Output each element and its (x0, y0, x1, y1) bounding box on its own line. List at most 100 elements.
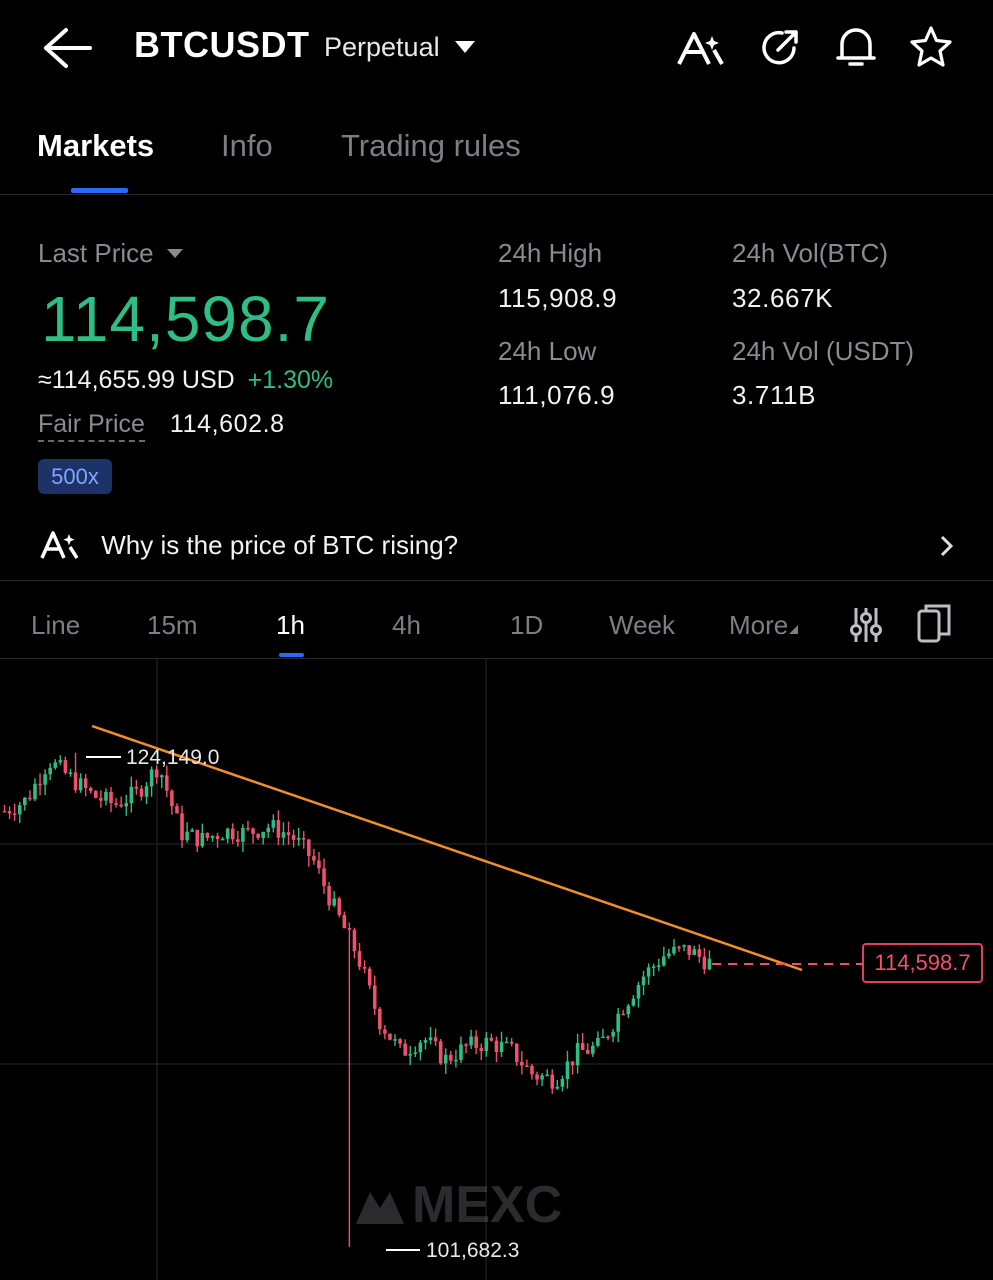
candle-body (236, 839, 240, 842)
bell-icon[interactable] (834, 24, 878, 70)
candle-body (489, 1037, 494, 1041)
candle-body (7, 811, 12, 814)
candle-body (271, 820, 276, 828)
timeframe-active-indicator (279, 653, 304, 657)
candlestick-chart[interactable]: MEXC 124,149.0 101,682.3 120,000.0 110,0… (0, 659, 993, 1280)
candle-body (200, 832, 205, 847)
candle-body (378, 1008, 382, 1030)
candle-body (205, 832, 210, 838)
high-marker-label: 124,149.0 (126, 746, 219, 769)
candle-body (99, 797, 103, 801)
24h-low-label: 24h Low (498, 336, 597, 366)
candle-body (530, 1065, 534, 1075)
candle-body (261, 831, 265, 838)
candle-body (611, 1031, 615, 1037)
candle-body (63, 760, 68, 773)
back-arrow-icon[interactable] (40, 26, 92, 70)
candle-body (159, 775, 164, 778)
candle-body (48, 767, 52, 775)
candle-body (438, 1041, 443, 1064)
candle-body (210, 835, 215, 838)
24h-vol-usdt-label: 24h Vol (USDT) (732, 336, 915, 366)
candle-body (230, 828, 235, 840)
candle-body (124, 803, 129, 807)
indicator-settings-icon[interactable] (850, 606, 882, 644)
caret-down-icon (166, 249, 183, 258)
candle-body (276, 820, 281, 838)
timeframe-1d[interactable]: 1D (510, 610, 543, 641)
candle-body (362, 966, 367, 969)
candle-body (73, 772, 78, 791)
contract-type-selector[interactable]: Perpetual (324, 32, 476, 63)
timeframe-more-label: More (729, 610, 789, 640)
candle-body (393, 1039, 397, 1041)
candle-body (53, 762, 58, 768)
candle-body (322, 868, 326, 886)
timeframe-more[interactable]: More (729, 610, 799, 641)
fair-price-label[interactable]: Fair Price (38, 410, 145, 442)
chevron-right-icon (939, 534, 955, 558)
usd-equivalent: ≈114,655.99 USD (38, 366, 235, 394)
candle-body (43, 774, 47, 785)
caret-down-icon (455, 41, 476, 53)
candle-body (68, 772, 73, 774)
candles (2, 752, 712, 1247)
last-price-selector[interactable]: Last Price (38, 238, 183, 269)
candle-body (114, 803, 118, 805)
24h-vol-btc-value: 32.667K (732, 283, 834, 313)
tab-info[interactable]: Info (221, 128, 273, 164)
candle-body (154, 769, 159, 778)
price-change: +1.30% (247, 366, 334, 394)
candle-body (525, 1065, 529, 1067)
candle-body (195, 829, 200, 847)
tab-markets[interactable]: Markets (37, 128, 154, 164)
last-price-value: 114,598.7 (41, 283, 330, 355)
star-icon[interactable] (909, 25, 953, 69)
timeframe-15m[interactable]: 15m (147, 610, 198, 641)
fair-price-row: Fair Price 114,602.8 (38, 410, 285, 442)
timeframe-week[interactable]: Week (609, 610, 675, 641)
candle-body (165, 775, 169, 791)
timeframe-1h[interactable]: 1h (276, 610, 305, 641)
ai-insight-row[interactable]: Why is the price of BTC rising? (40, 530, 955, 561)
candle-body (327, 885, 331, 906)
candle-body (428, 1037, 433, 1041)
candle-body (312, 856, 316, 861)
candle-body (626, 1005, 631, 1015)
layout-switch-icon[interactable] (916, 602, 954, 644)
candle-body (601, 1036, 605, 1039)
share-icon[interactable] (758, 26, 802, 70)
tab-trading-rules[interactable]: Trading rules (341, 128, 521, 164)
candle-body (185, 831, 189, 841)
candle-body (459, 1044, 463, 1060)
candle-body (119, 804, 123, 807)
divider (0, 580, 993, 581)
contract-type-label: Perpetual (324, 32, 440, 62)
24h-vol-usdt-value: 3.711B (732, 380, 817, 410)
candle-body (317, 860, 321, 869)
ai-icon[interactable] (676, 28, 726, 68)
candle-body (301, 838, 306, 840)
y-tick-label: 120,000.0 (890, 821, 983, 844)
candle-body (616, 1013, 620, 1032)
candle-body (149, 769, 154, 787)
timeframe-line[interactable]: Line (31, 610, 80, 641)
candle-body (413, 1052, 418, 1054)
24h-high-label: 24h High (498, 238, 603, 268)
symbol-title[interactable]: BTCUSDT (134, 24, 309, 66)
candle-body (697, 949, 702, 957)
candle-body (23, 797, 27, 806)
ai-icon (40, 530, 82, 560)
candle-body (357, 951, 362, 967)
candle-body (83, 778, 88, 788)
timeframe-4h[interactable]: 4h (392, 610, 421, 641)
candle-body (687, 945, 691, 955)
candle-body (423, 1040, 428, 1043)
candle-body (550, 1074, 555, 1089)
candle-body (479, 1047, 484, 1052)
watermark-text: MEXC (412, 1176, 562, 1234)
candle-body (367, 968, 372, 986)
low-marker-label: 101,682.3 (426, 1239, 519, 1262)
candle-body (307, 839, 311, 857)
leverage-badge[interactable]: 500x (38, 459, 112, 494)
